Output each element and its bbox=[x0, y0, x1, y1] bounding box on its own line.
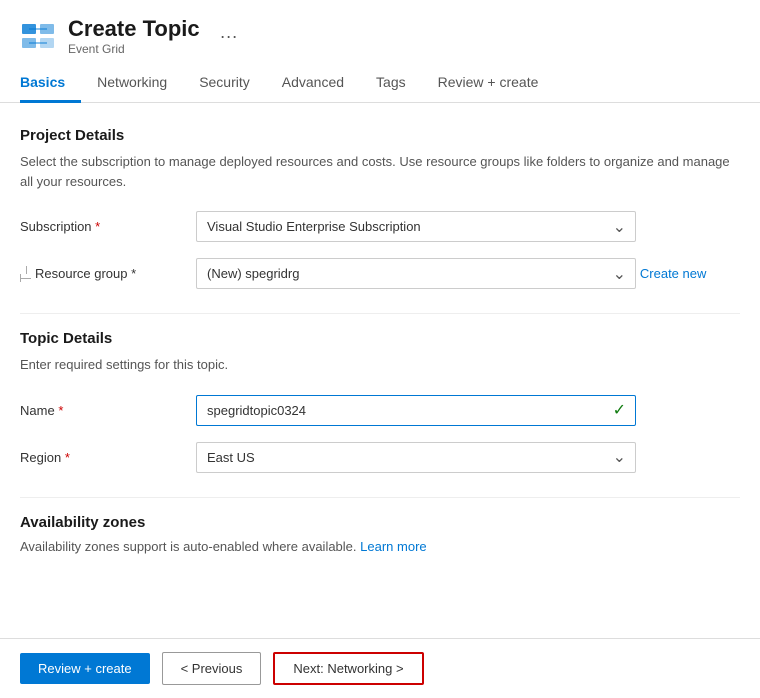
subscription-control: Visual Studio Enterprise Subscription bbox=[196, 211, 740, 242]
project-details-section: Project Details Select the subscription … bbox=[20, 127, 740, 289]
name-label: Name * bbox=[20, 395, 180, 418]
name-input-wrapper: ✓ bbox=[196, 395, 636, 426]
project-details-title: Project Details bbox=[20, 127, 740, 144]
page-title: Create Topic bbox=[68, 16, 200, 42]
availability-zones-title: Availability zones bbox=[20, 514, 740, 531]
subscription-select-wrapper: Visual Studio Enterprise Subscription bbox=[196, 211, 636, 242]
name-control: ✓ bbox=[196, 395, 740, 426]
resource-group-label: Resource group * bbox=[35, 266, 136, 281]
resource-group-label-area: Resource group * bbox=[20, 258, 180, 282]
resource-group-select-wrapper: (New) spegridrg bbox=[196, 258, 636, 289]
name-input[interactable] bbox=[196, 395, 636, 426]
region-select-wrapper: East US bbox=[196, 442, 636, 473]
subscription-label: Subscription * bbox=[20, 211, 180, 234]
subscription-row: Subscription * Visual Studio Enterprise … bbox=[20, 211, 740, 242]
create-new-link[interactable]: Create new bbox=[640, 266, 706, 281]
name-row: Name * ✓ bbox=[20, 395, 740, 426]
name-valid-icon: ✓ bbox=[613, 400, 626, 420]
next-button[interactable]: Next: Networking > bbox=[273, 652, 423, 685]
divider-1 bbox=[20, 313, 740, 314]
resource-group-control: (New) spegridrg Create new bbox=[196, 258, 740, 289]
divider-2 bbox=[20, 497, 740, 498]
tab-tags[interactable]: Tags bbox=[360, 64, 422, 103]
connector-lines bbox=[20, 266, 31, 282]
learn-more-link[interactable]: Learn more bbox=[360, 539, 426, 554]
tab-networking[interactable]: Networking bbox=[81, 64, 183, 103]
more-options-icon[interactable]: ··· bbox=[220, 26, 238, 47]
page-subtitle: Event Grid bbox=[68, 42, 200, 56]
availability-zones-section: Availability zones Availability zones su… bbox=[20, 514, 740, 554]
header-text-block: Create Topic Event Grid bbox=[68, 16, 200, 56]
connector-horiz bbox=[21, 278, 31, 279]
connector-horiz-area bbox=[20, 274, 31, 282]
topic-details-desc: Enter required settings for this topic. bbox=[20, 355, 740, 375]
connector-vert bbox=[26, 266, 27, 274]
review-create-button[interactable]: Review + create bbox=[20, 653, 150, 684]
event-grid-icon bbox=[20, 18, 56, 54]
tab-advanced[interactable]: Advanced bbox=[266, 64, 360, 103]
main-content: Project Details Select the subscription … bbox=[0, 103, 760, 611]
topic-details-section: Topic Details Enter required settings fo… bbox=[20, 330, 740, 473]
region-control: East US bbox=[196, 442, 740, 473]
tab-basics[interactable]: Basics bbox=[20, 64, 81, 103]
region-row: Region * East US bbox=[20, 442, 740, 473]
subscription-required: * bbox=[95, 219, 100, 234]
footer: Review + create < Previous Next: Network… bbox=[0, 638, 760, 698]
resource-group-select[interactable]: (New) spegridrg bbox=[196, 258, 636, 289]
tab-bar: Basics Networking Security Advanced Tags… bbox=[0, 64, 760, 103]
project-details-desc: Select the subscription to manage deploy… bbox=[20, 152, 740, 191]
topic-details-title: Topic Details bbox=[20, 330, 740, 347]
availability-zones-desc: Availability zones support is auto-enabl… bbox=[20, 539, 740, 554]
page-header: Create Topic Event Grid ··· bbox=[0, 0, 760, 64]
subscription-select[interactable]: Visual Studio Enterprise Subscription bbox=[196, 211, 636, 242]
tab-security[interactable]: Security bbox=[183, 64, 266, 103]
resource-group-connector: Resource group * bbox=[20, 266, 180, 282]
resource-group-row: Resource group * (New) spegridrg Create … bbox=[20, 258, 740, 289]
tab-review-create[interactable]: Review + create bbox=[422, 64, 555, 103]
region-label: Region * bbox=[20, 442, 180, 465]
region-select[interactable]: East US bbox=[196, 442, 636, 473]
previous-button[interactable]: < Previous bbox=[162, 652, 262, 685]
